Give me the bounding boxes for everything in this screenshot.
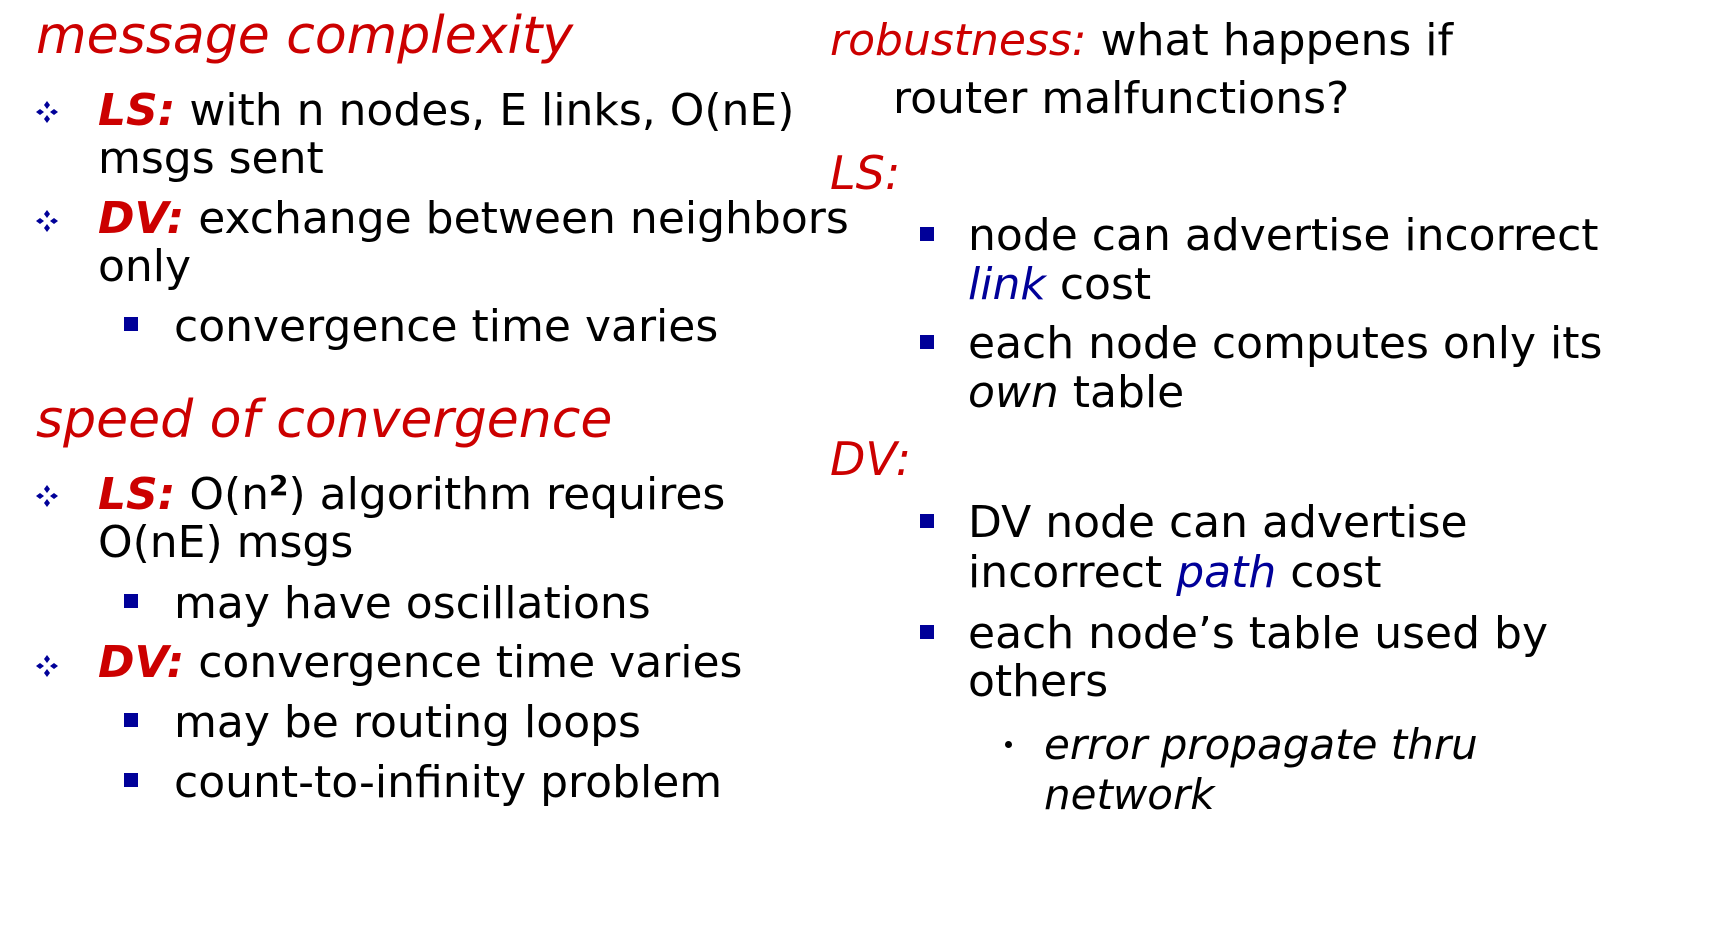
dv-label: DV:: [98, 637, 185, 688]
dv-label: DV:: [98, 193, 185, 244]
ls-bullet2-line1: each node computes only its: [968, 318, 1603, 369]
four-diamond-bullet-icon: [36, 655, 58, 677]
ls-bullet2-line2: own table: [968, 367, 1185, 418]
dv-sub-line2: network: [1044, 770, 1215, 819]
mc-dv-line1: DV: exchange between neighbors: [98, 193, 849, 244]
square-bullet-icon: [920, 625, 934, 639]
dv-bullet1-line2: incorrect path cost: [968, 547, 1382, 598]
square-bullet-icon: [124, 317, 138, 331]
square-bullet-icon: [920, 227, 934, 241]
dv-sub-line1: error propagate thru: [1044, 720, 1478, 769]
sc-ls-sub1: may have oscillations: [174, 578, 651, 629]
mc-ls-line2: msgs sent: [98, 133, 324, 184]
dv-bullet2-line2: others: [968, 656, 1109, 707]
mc-dv-sub1: convergence time varies: [174, 301, 719, 352]
heading-speed-of-convergence: speed of convergence: [36, 390, 613, 450]
dot-bullet-icon: [1005, 741, 1012, 748]
dv-bullet2-line1: each node’s table used by: [968, 608, 1548, 659]
square-bullet-icon: [920, 514, 934, 528]
ls-label: LS:: [98, 469, 176, 520]
sc-ls-line1: LS: O(n2) algorithm requires: [98, 469, 726, 520]
robustness-line2: router malfunctions?: [893, 73, 1350, 124]
robustness-label: robustness:: [830, 15, 1087, 66]
square-bullet-icon: [920, 335, 934, 349]
ls-bullet1-line1: node can advertise incorrect: [968, 210, 1599, 261]
sc-dv-line1: DV: convergence time varies: [98, 637, 743, 688]
robustness-line1: robustness: what happens if: [830, 15, 1454, 66]
four-diamond-bullet-icon: [36, 485, 58, 507]
four-diamond-bullet-icon: [36, 210, 58, 232]
square-bullet-icon: [124, 594, 138, 608]
square-bullet-icon: [124, 713, 138, 727]
dv-heading: DV:: [830, 432, 912, 486]
ls-heading: LS:: [830, 146, 901, 200]
sc-dv-sub1: may be routing loops: [174, 697, 641, 748]
heading-message-complexity: message complexity: [36, 6, 574, 66]
mc-dv-line2: only: [98, 241, 192, 292]
ls-bullet1-line2: link cost: [968, 259, 1152, 310]
sc-dv-sub2: count-to-infinity problem: [174, 757, 723, 808]
four-diamond-bullet-icon: [36, 101, 58, 123]
dv-bullet1-line1: DV node can advertise: [968, 497, 1468, 548]
square-bullet-icon: [124, 773, 138, 787]
mc-ls-line1: LS: with n nodes, E links, O(nE): [98, 85, 795, 136]
ls-label: LS:: [98, 85, 176, 136]
sc-ls-line2: O(nE) msgs: [98, 517, 354, 568]
